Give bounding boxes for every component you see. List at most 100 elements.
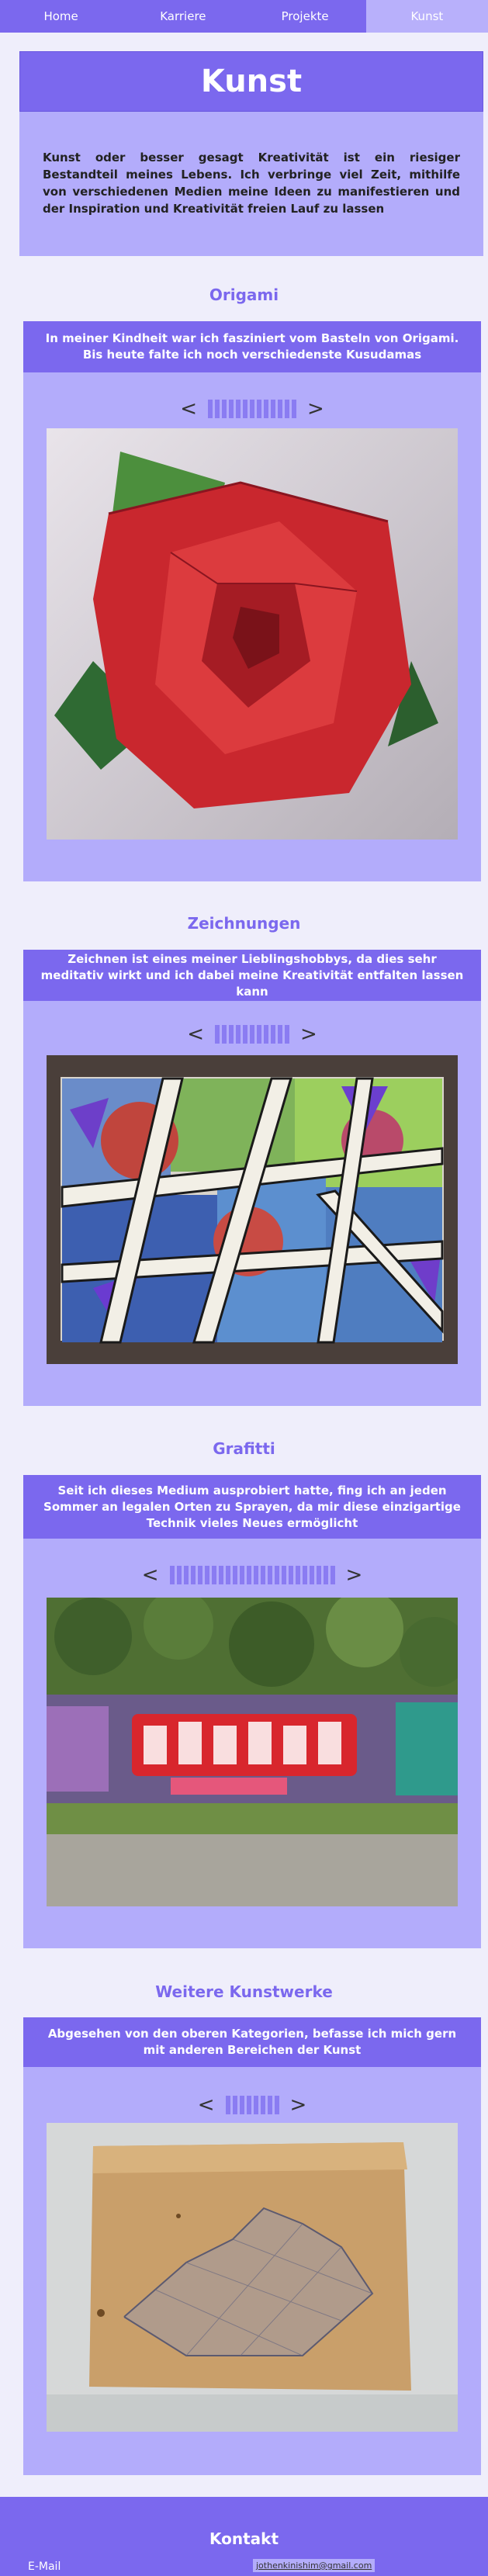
- slide-indicator[interactable]: [257, 400, 261, 418]
- slide-indicator[interactable]: [271, 1025, 275, 1044]
- slide-indicator[interactable]: [243, 400, 247, 418]
- contact-title: Kontakt: [209, 2529, 279, 2548]
- slide-indicator[interactable]: [246, 1566, 251, 1584]
- slide-indicator[interactable]: [278, 400, 282, 418]
- slide-indicator[interactable]: [295, 1566, 300, 1584]
- slide-indicator[interactable]: [239, 1566, 244, 1584]
- slide-indicator[interactable]: [225, 1566, 230, 1584]
- slide-indicator[interactable]: [239, 2096, 244, 2114]
- slide-indicator[interactable]: [232, 1566, 237, 1584]
- footer: Kontakt E-Mail jothenkinishim@gmail.com: [0, 2497, 488, 2576]
- slide-indicator[interactable]: [292, 400, 296, 418]
- zeichnungen-prev-arrow-icon[interactable]: <: [187, 1024, 204, 1044]
- origami-next-arrow-icon[interactable]: >: [307, 399, 324, 419]
- zeichnung-image: [47, 1055, 458, 1364]
- slide-indicator[interactable]: [243, 1025, 247, 1044]
- origami-section-title: Origami: [209, 286, 279, 304]
- email-label: E-Mail: [28, 2560, 61, 2573]
- zeichnungen-slider-controls: < >: [23, 1024, 481, 1044]
- top-navigation: Home Karriere Projekte Kunst: [0, 0, 488, 33]
- intro-text: Kunst oder besser gesagt Kreativität ist…: [43, 151, 460, 216]
- page-title: Kunst: [19, 51, 483, 112]
- grafitti-card: Seit ich dieses Medium ausprobiert hatte…: [23, 1475, 481, 1948]
- slide-indicator[interactable]: [274, 2096, 279, 2114]
- grafitti-prev-arrow-icon[interactable]: <: [142, 1565, 159, 1585]
- slide-indicator[interactable]: [285, 400, 289, 418]
- weitere-description: Abgesehen von den oberen Kategorien, bef…: [23, 2017, 481, 2067]
- slide-indicator[interactable]: [278, 1025, 282, 1044]
- grafitti-wall-image: [47, 1598, 458, 1906]
- slide-indicator[interactable]: [225, 2096, 230, 2114]
- zeichnungen-section-title: Zeichnungen: [187, 914, 301, 933]
- slide-indicator[interactable]: [204, 1566, 209, 1584]
- nav-projekte-link[interactable]: Projekte: [244, 0, 366, 33]
- weitere-slider-controls: < >: [23, 2095, 481, 2115]
- slide-indicator[interactable]: [183, 1566, 189, 1584]
- nav-karriere-link[interactable]: Karriere: [122, 0, 244, 33]
- slide-indicator[interactable]: [253, 1566, 258, 1584]
- origami-card: In meiner Kindheit war ich fasziniert vo…: [23, 321, 481, 881]
- slide-indicator[interactable]: [285, 1025, 289, 1044]
- slide-indicator[interactable]: [316, 1566, 321, 1584]
- slide-indicator[interactable]: [229, 400, 234, 418]
- zeichnungen-slide-indicators: [215, 1025, 289, 1044]
- slide-indicator[interactable]: [250, 400, 254, 418]
- slide-indicator[interactable]: [271, 400, 275, 418]
- weitere-section-title: Weitere Kunstwerke: [155, 1982, 333, 2001]
- slide-indicator[interactable]: [274, 1566, 279, 1584]
- zeichnungen-description: Zeichnen ist eines meiner Lieblingshobby…: [23, 950, 481, 1001]
- grafitti-next-arrow-icon[interactable]: >: [346, 1565, 363, 1585]
- slide-indicator[interactable]: [264, 1025, 268, 1044]
- slide-indicator[interactable]: [222, 1025, 227, 1044]
- slide-indicator[interactable]: [208, 400, 213, 418]
- slide-indicator[interactable]: [232, 2096, 237, 2114]
- weitere-next-arrow-icon[interactable]: >: [290, 2095, 307, 2115]
- slide-indicator[interactable]: [215, 400, 220, 418]
- slide-indicator[interactable]: [190, 1566, 196, 1584]
- slide-indicator[interactable]: [197, 1566, 202, 1584]
- slide-indicator[interactable]: [211, 1566, 216, 1584]
- slide-indicator[interactable]: [250, 1025, 254, 1044]
- grafitti-slider-controls: < >: [23, 1565, 481, 1585]
- slide-indicator[interactable]: [264, 400, 268, 418]
- weitere-card: Abgesehen von den oberen Kategorien, bef…: [23, 2017, 481, 2475]
- slide-indicator[interactable]: [169, 1566, 175, 1584]
- string-art-image: [47, 2123, 458, 2432]
- origami-slider-controls: < >: [23, 399, 481, 419]
- origami-slide-indicators: [208, 400, 296, 418]
- slide-indicator[interactable]: [215, 1025, 220, 1044]
- slide-indicator[interactable]: [236, 1025, 241, 1044]
- weitere-prev-arrow-icon[interactable]: <: [198, 2095, 215, 2115]
- email-link[interactable]: jothenkinishim@gmail.com: [253, 2559, 376, 2572]
- nav-kunst-link[interactable]: Kunst: [365, 0, 488, 33]
- origami-description: In meiner Kindheit war ich fasziniert vo…: [23, 321, 481, 372]
- slide-indicator[interactable]: [288, 1566, 293, 1584]
- slide-indicator[interactable]: [176, 1566, 182, 1584]
- slide-indicator[interactable]: [267, 2096, 272, 2114]
- slide-indicator[interactable]: [281, 1566, 286, 1584]
- slide-indicator[interactable]: [267, 1566, 272, 1584]
- zeichnungen-card: Zeichnen ist eines meiner Lieblingshobby…: [23, 950, 481, 1406]
- slide-indicator[interactable]: [323, 1566, 328, 1584]
- slide-indicator[interactable]: [218, 1566, 223, 1584]
- slide-indicator[interactable]: [330, 1566, 335, 1584]
- slide-indicator[interactable]: [309, 1566, 314, 1584]
- slide-indicator[interactable]: [246, 2096, 251, 2114]
- grafitti-slide-indicators: [169, 1566, 335, 1584]
- origami-prev-arrow-icon[interactable]: <: [180, 399, 197, 419]
- nav-home-link[interactable]: Home: [0, 0, 122, 33]
- slide-indicator[interactable]: [229, 1025, 234, 1044]
- grafitti-description: Seit ich dieses Medium ausprobiert hatte…: [23, 1475, 481, 1539]
- weitere-slide-indicators: [225, 2096, 279, 2114]
- slide-indicator[interactable]: [260, 2096, 265, 2114]
- slide-indicator[interactable]: [222, 400, 227, 418]
- slide-indicator[interactable]: [236, 400, 241, 418]
- zeichnungen-next-arrow-icon[interactable]: >: [300, 1024, 317, 1044]
- slide-indicator[interactable]: [302, 1566, 307, 1584]
- slide-indicator[interactable]: [253, 2096, 258, 2114]
- intro-card: Kunst Kunst oder besser gesagt Kreativit…: [19, 51, 483, 256]
- slide-indicator[interactable]: [257, 1025, 261, 1044]
- slide-indicator[interactable]: [260, 1566, 265, 1584]
- origami-rose-image: [47, 428, 458, 840]
- grafitti-section-title: Grafitti: [213, 1439, 275, 1458]
